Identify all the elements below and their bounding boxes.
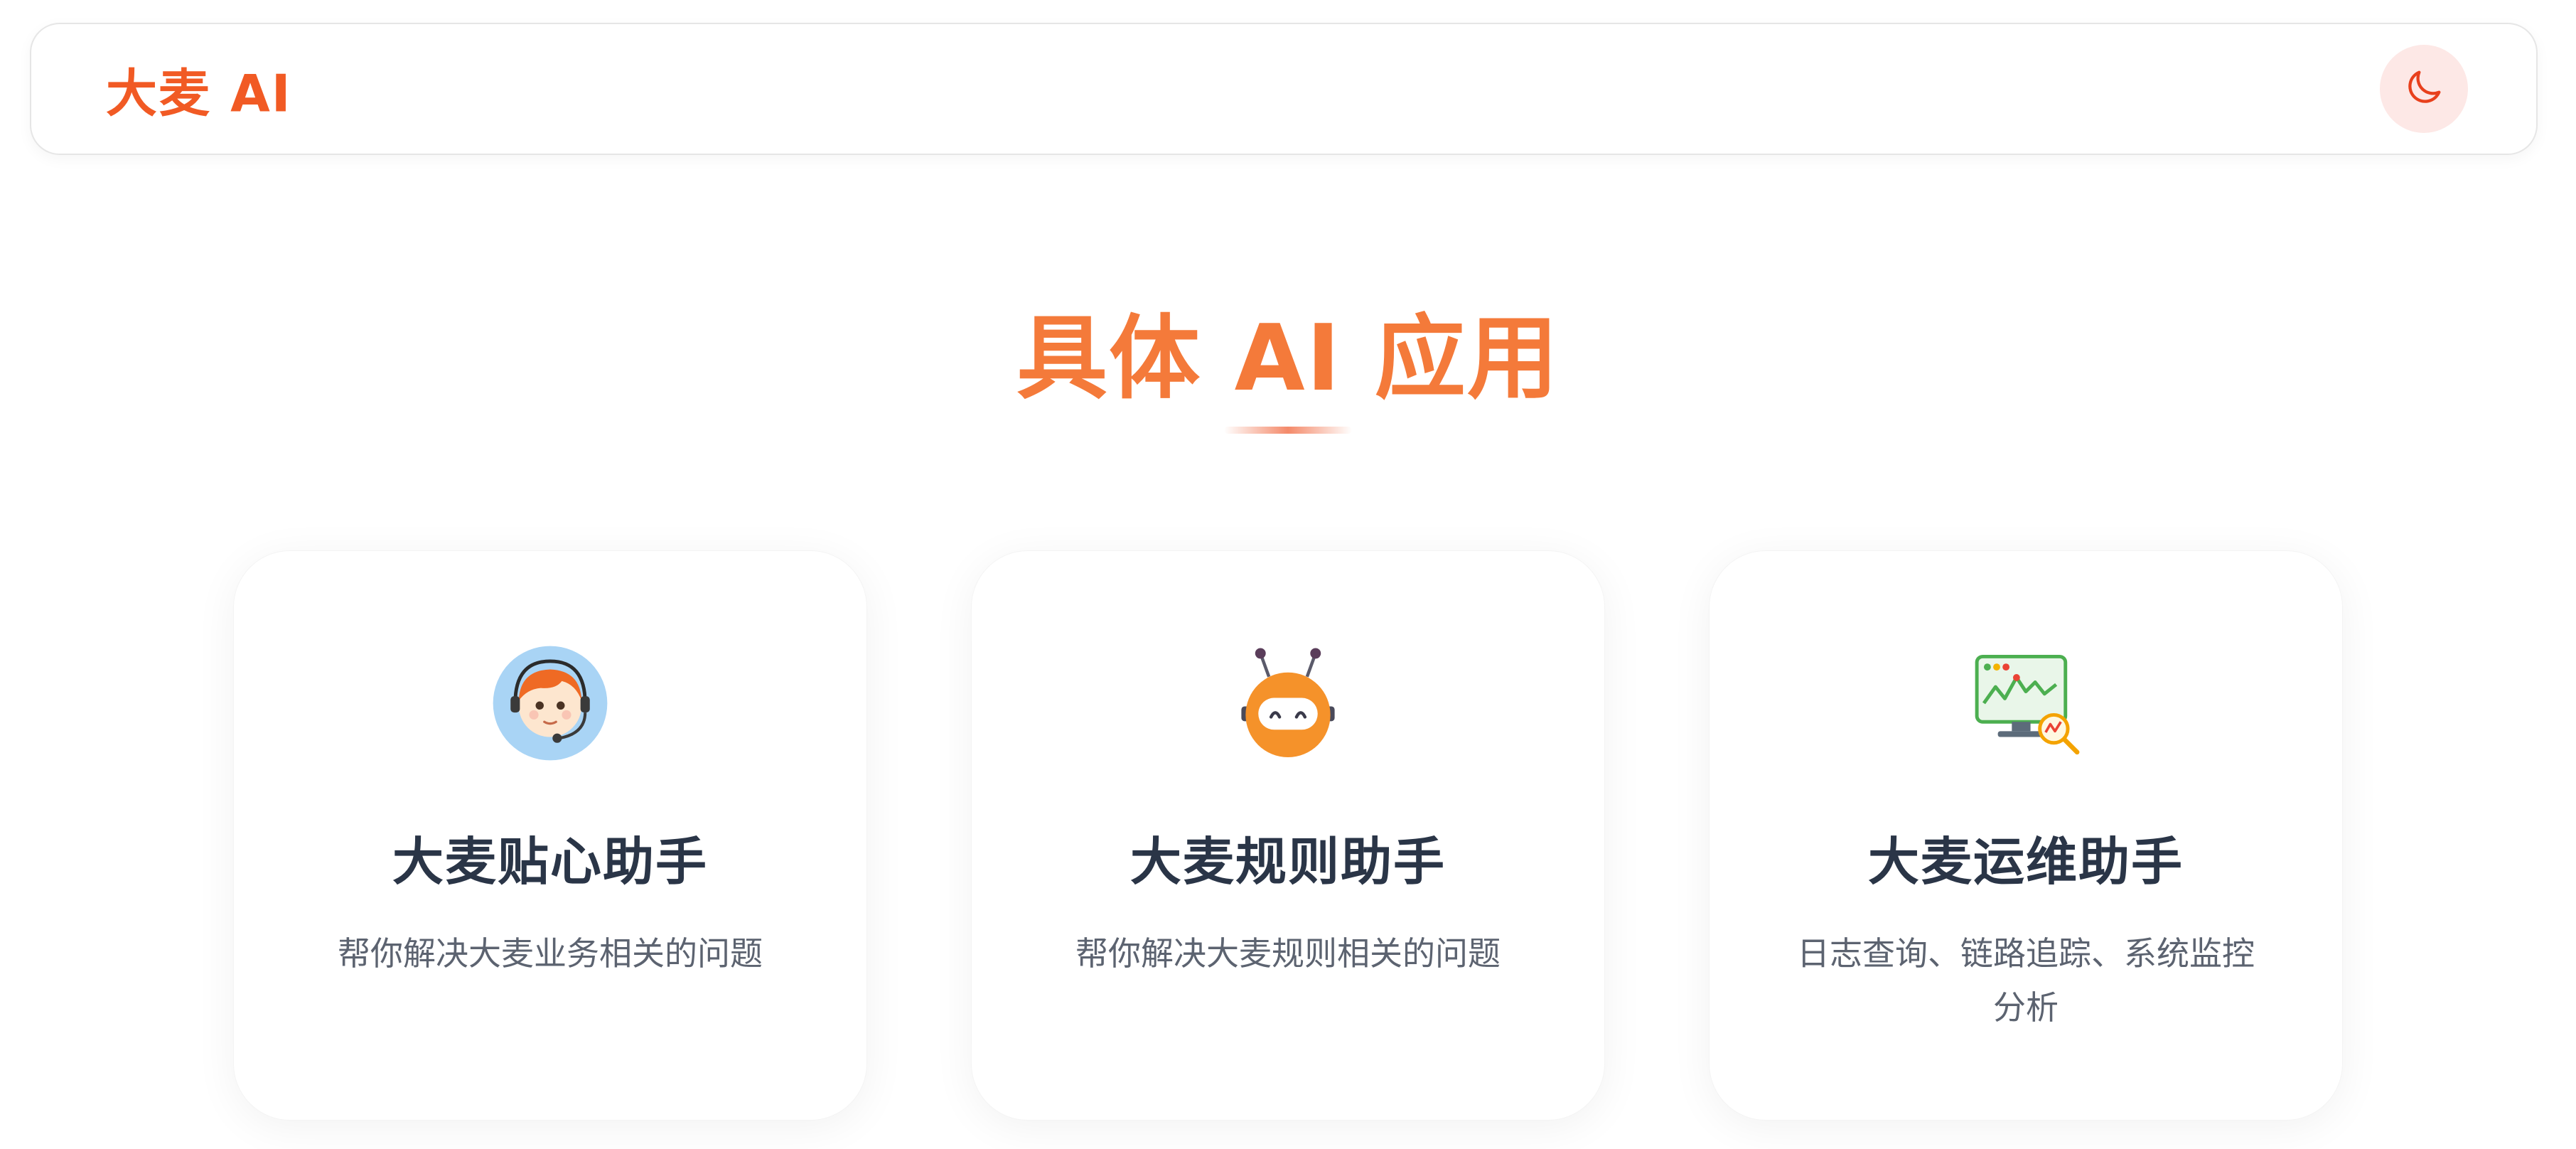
customer-service-avatar-icon bbox=[486, 639, 614, 767]
robot-icon bbox=[1224, 639, 1352, 767]
theme-toggle-button[interactable] bbox=[2380, 45, 2468, 133]
title-underline bbox=[1224, 427, 1352, 434]
page: 大麦 AI 具体 AI 应用 大麦贴心助手 帮你解决大麦业务相关的问题 大麦规则… bbox=[0, 0, 2576, 1149]
brand-logo[interactable]: 大麦 AI bbox=[106, 52, 292, 127]
card-title: 大麦规则助手 bbox=[1129, 832, 1446, 892]
card-description: 帮你解决大麦规则相关的问题 bbox=[1075, 934, 1501, 973]
section-title: 具体 AI 应用 bbox=[1016, 306, 1560, 412]
moon-icon bbox=[2401, 65, 2447, 113]
app-card-ops-assistant[interactable]: 大麦运维助手 日志查询、链路追踪、系统监控分析 bbox=[1709, 550, 2343, 1121]
card-title: 大麦贴心助手 bbox=[392, 832, 708, 892]
card-title: 大麦运维助手 bbox=[1867, 832, 2184, 892]
top-navbar: 大麦 AI bbox=[30, 23, 2538, 155]
app-card-service-assistant[interactable]: 大麦贴心助手 帮你解决大麦业务相关的问题 bbox=[233, 550, 867, 1121]
monitor-analytics-icon bbox=[1962, 639, 2090, 767]
app-card-rules-assistant[interactable]: 大麦规则助手 帮你解决大麦规则相关的问题 bbox=[971, 550, 1605, 1121]
card-description: 日志查询、链路追踪、系统监控分析 bbox=[1797, 934, 2255, 1027]
card-description: 帮你解决大麦业务相关的问题 bbox=[338, 934, 763, 973]
